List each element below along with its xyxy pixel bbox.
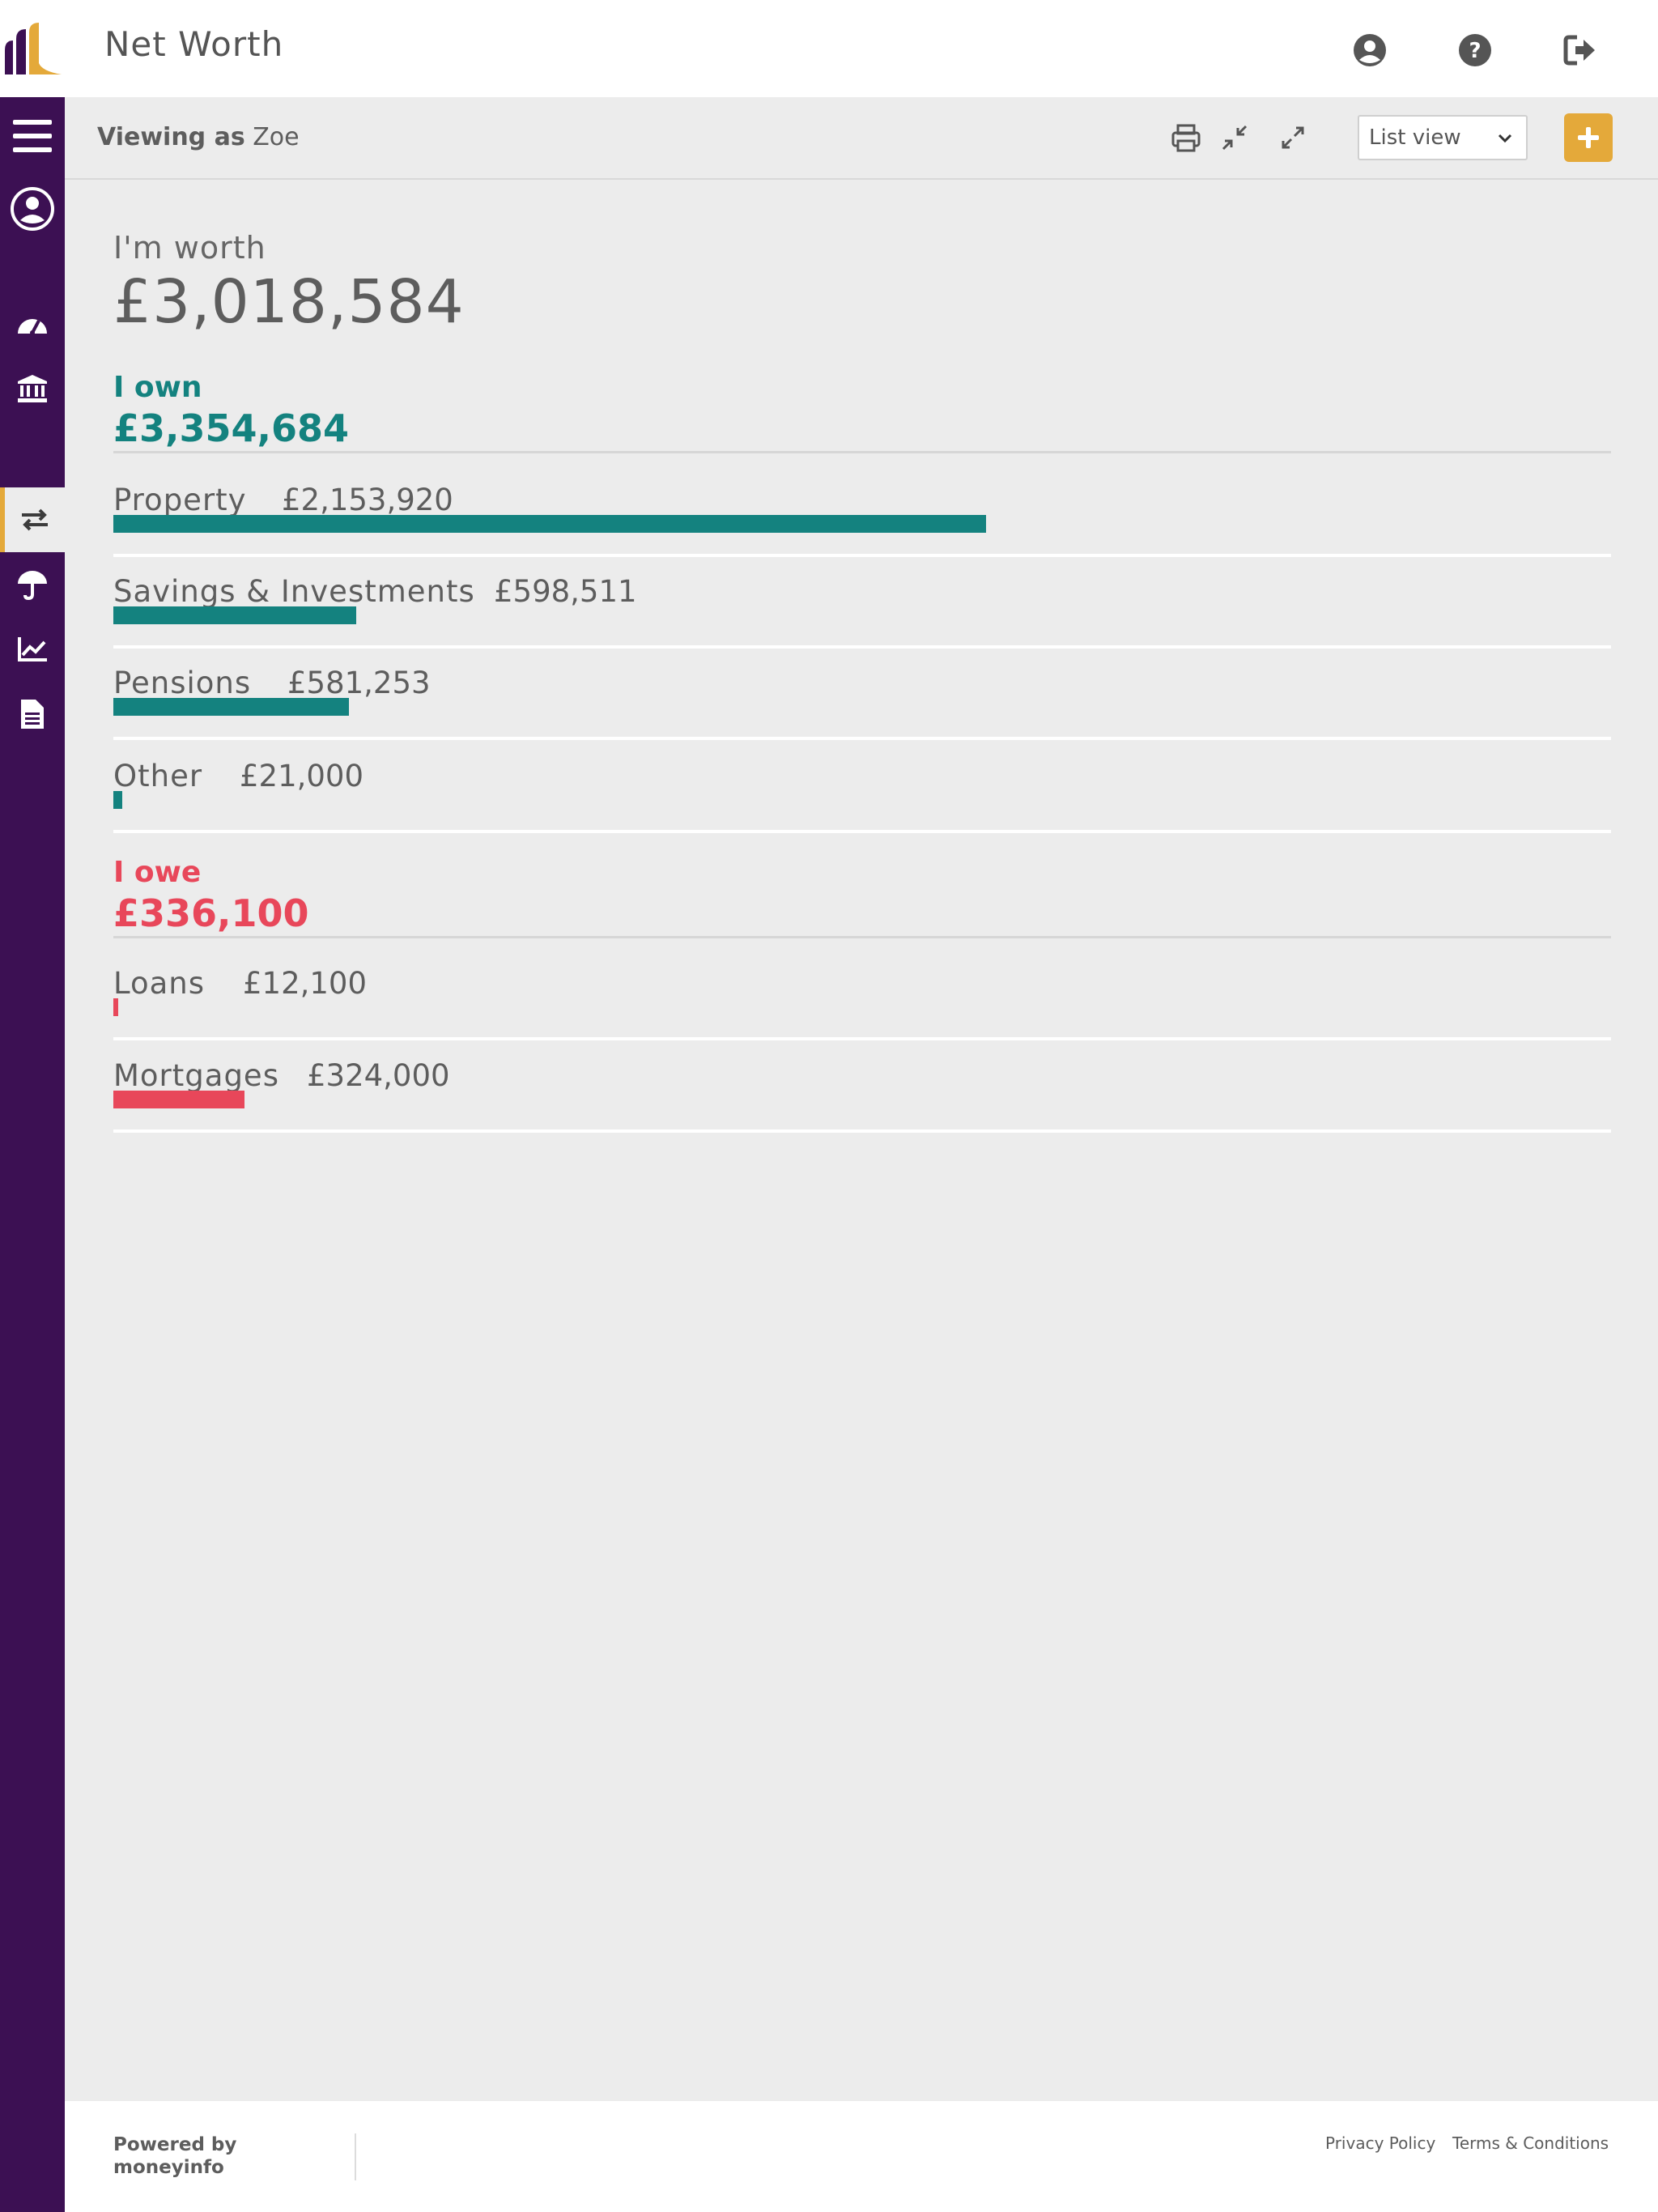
sidebar-nav: [0, 97, 65, 2212]
asset-row-other[interactable]: Other £21,000: [113, 749, 1611, 838]
viewing-as-name: Zoe: [253, 123, 300, 151]
asset-name: Property: [113, 483, 247, 517]
viewing-as-label: Viewing as: [97, 123, 245, 151]
asset-name: Other: [113, 759, 203, 793]
liability-row-mortgages[interactable]: Mortgages £324,000: [113, 1049, 1611, 1138]
asset-row-pensions[interactable]: Pensions £581,253: [113, 656, 1611, 745]
worth-value: £3,018,584: [113, 267, 465, 337]
add-button[interactable]: [1564, 113, 1613, 162]
page-footer: Powered by moneyinfo Privacy Policy Term…: [65, 2101, 1658, 2212]
umbrella-icon[interactable]: [0, 552, 65, 617]
liability-name: Loans: [113, 966, 206, 1001]
asset-bar: [113, 606, 356, 624]
powered-by-label: Powered by: [113, 2134, 237, 2155]
page-title: Net Worth: [104, 24, 284, 64]
dashboard-gauge-icon[interactable]: [0, 291, 65, 356]
viewing-as: Viewing as Zoe: [97, 123, 300, 151]
liability-amount: £324,000: [307, 1058, 450, 1093]
asset-amount: £598,511: [494, 574, 637, 609]
footer-divider: [355, 2133, 356, 2180]
transfer-arrows-icon[interactable]: [0, 487, 65, 552]
row-divider: [113, 737, 1611, 740]
terms-conditions-link[interactable]: Terms & Conditions: [1452, 2133, 1609, 2153]
asset-amount: £2,153,920: [282, 483, 453, 517]
document-icon[interactable]: [0, 682, 65, 747]
own-label: I own: [113, 371, 202, 404]
asset-bar: [113, 791, 122, 809]
bank-icon[interactable]: [0, 356, 65, 421]
row-divider: [113, 1037, 1611, 1040]
own-divider: [113, 451, 1611, 453]
asset-name: Pensions: [113, 666, 252, 700]
owe-divider: [113, 936, 1611, 938]
asset-bar: [113, 515, 986, 533]
top-header: Net Worth ?: [0, 0, 1658, 97]
asset-name: Savings & Investments: [113, 574, 475, 609]
user-avatar-icon[interactable]: [0, 177, 65, 241]
own-total: £3,354,684: [113, 406, 350, 450]
liability-row-loans[interactable]: Loans £12,100: [113, 956, 1611, 1045]
sign-out-icon[interactable]: [1562, 32, 1598, 68]
liability-bar: [113, 1091, 244, 1108]
worth-label: I'm worth: [113, 230, 266, 266]
liability-bar: [113, 998, 118, 1016]
help-circle-icon[interactable]: ?: [1457, 32, 1493, 68]
powered-by-brand: moneyinfo: [113, 2157, 224, 2178]
row-divider: [113, 830, 1611, 833]
row-divider: [113, 1129, 1611, 1133]
liability-name: Mortgages: [113, 1058, 279, 1093]
view-toolbar: Viewing as Zoe List view: [65, 97, 1658, 180]
owe-total: £336,100: [113, 891, 309, 935]
privacy-policy-link[interactable]: Privacy Policy: [1325, 2133, 1435, 2153]
user-circle-icon[interactable]: [1352, 32, 1388, 68]
line-chart-icon[interactable]: [0, 617, 65, 682]
row-divider: [113, 645, 1611, 649]
print-icon[interactable]: [1170, 121, 1202, 154]
view-mode-select[interactable]: List view: [1358, 115, 1528, 160]
asset-row-savings-investments[interactable]: Savings & Investments £598,511: [113, 564, 1611, 653]
menu-icon[interactable]: [0, 104, 65, 168]
chevron-down-icon: [1498, 134, 1512, 143]
row-divider: [113, 554, 1611, 557]
asset-bar: [113, 698, 349, 716]
moneyinfo-logo[interactable]: [3, 23, 65, 74]
asset-amount: £581,253: [287, 666, 431, 700]
asset-row-property[interactable]: Property £2,153,920: [113, 473, 1611, 562]
asset-amount: £21,000: [240, 759, 364, 793]
owe-label: I owe: [113, 856, 202, 889]
expand-icon[interactable]: [1277, 121, 1309, 154]
view-mode-value: List view: [1369, 125, 1461, 150]
svg-text:?: ?: [1469, 39, 1481, 63]
powered-by: Powered by moneyinfo: [113, 2133, 236, 2179]
compress-icon[interactable]: [1218, 121, 1251, 154]
plus-icon: [1578, 127, 1599, 148]
liability-amount: £12,100: [243, 966, 368, 1001]
